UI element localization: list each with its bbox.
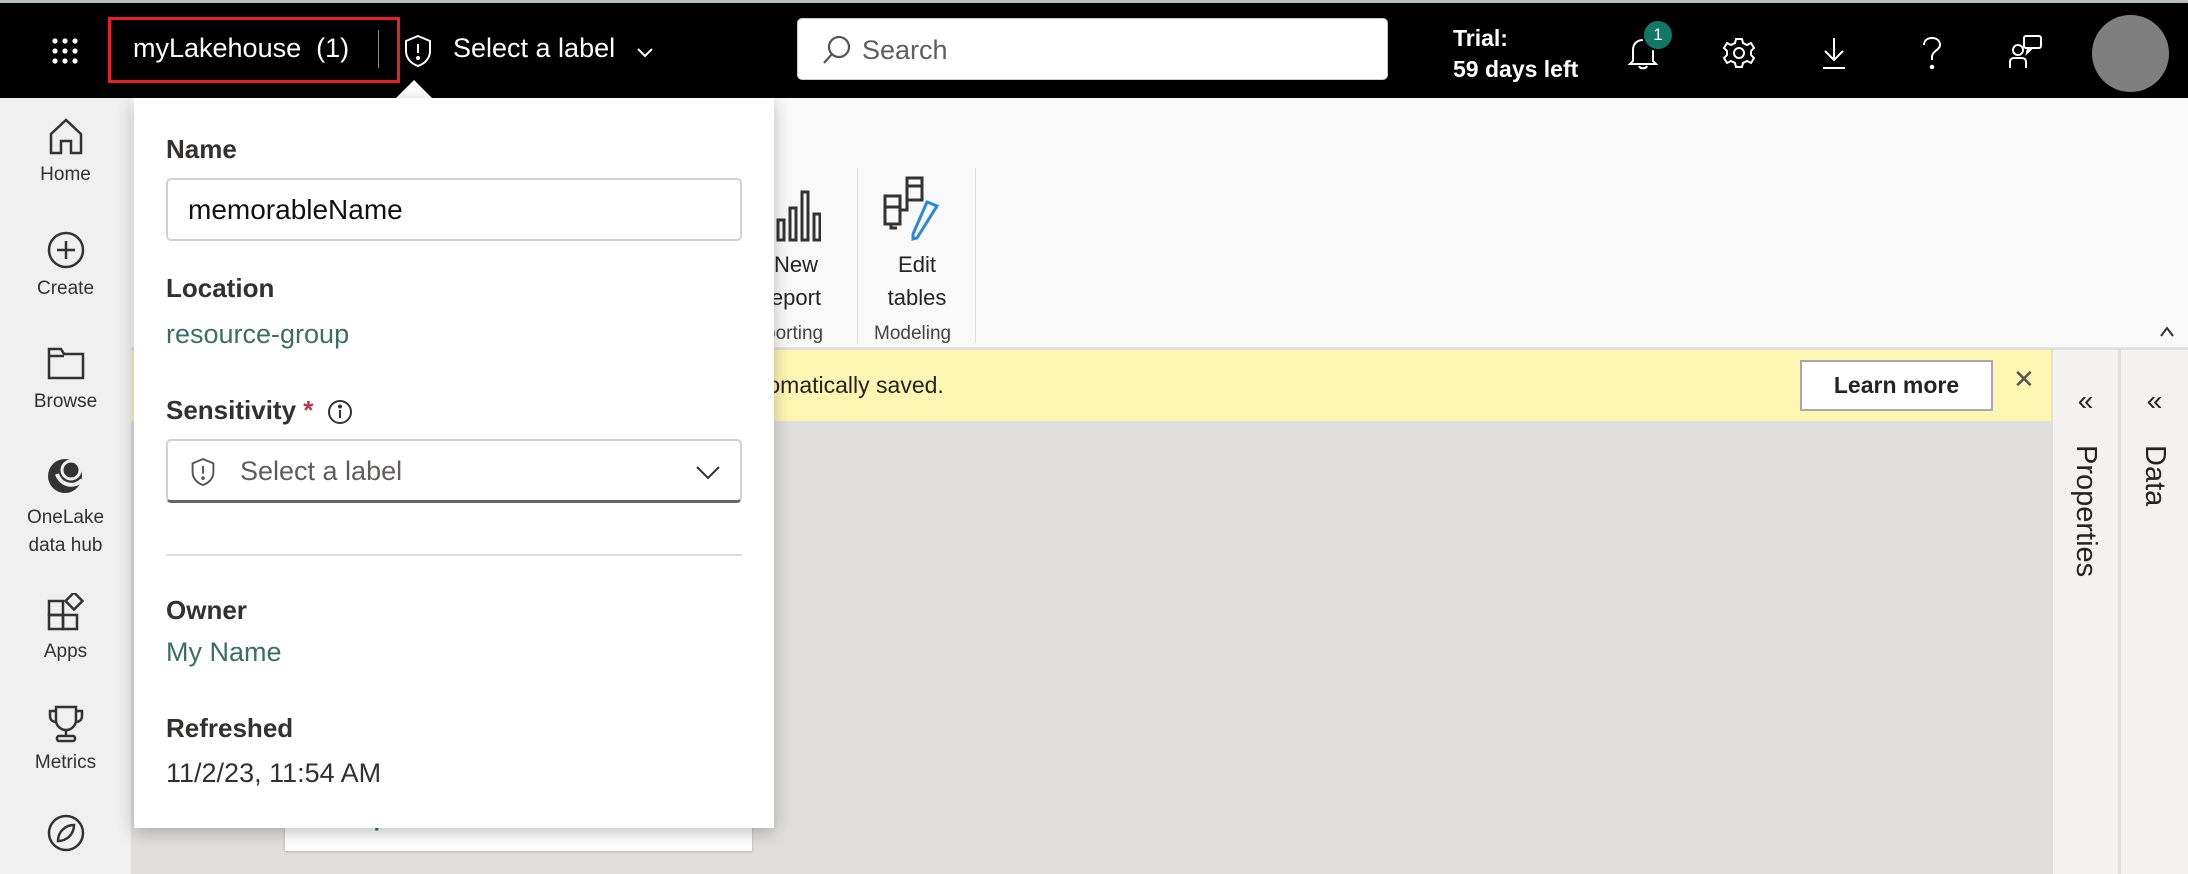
edit-tables-icon[interactable] [883,176,953,242]
owner-link[interactable]: My Name [166,637,282,668]
onelake-icon [47,459,84,493]
required-mark: * [303,395,314,425]
sensitivity-select[interactable]: Select a label [166,439,742,503]
sensitivity-label-text: Select a label [453,33,616,63]
nav-item-browse[interactable]: Browse [0,343,131,413]
data-pane[interactable]: « Data [2119,350,2188,874]
close-icon[interactable]: ✕ [2013,364,2035,395]
plus-circle-icon [47,231,84,269]
divider [166,554,742,556]
owner-label: Owner [166,595,247,625]
properties-pane[interactable]: « Properties [2051,350,2118,874]
help-icon[interactable] [1920,36,1944,70]
item-name-button[interactable]: myLakehouse (1) [133,33,349,64]
chevron-down-icon [696,466,720,480]
popup-caret [396,80,432,98]
expand-chevrons-icon[interactable]: « [2121,385,2188,417]
nav-label: Create [36,278,95,299]
app-launcher-icon[interactable] [52,38,78,64]
nav-label: Browse [33,391,98,412]
search-input[interactable]: Search [797,18,1388,80]
search-icon [823,35,851,64]
download-icon[interactable] [1820,36,1848,70]
item-details-popup: Name memorableName Location resource-gro… [134,98,774,828]
trial-label: Trial: [1453,25,1508,51]
location-link[interactable]: resource-group [166,319,349,350]
notification-badge: 1 [1642,19,1674,51]
item-name: myLakehouse [133,33,302,63]
folder-icon [47,347,84,380]
nav-item-create[interactable]: Create [0,230,131,300]
new-report-icon [776,190,821,242]
info-icon[interactable] [327,399,353,425]
feedback-icon[interactable] [2008,34,2044,70]
chevron-down-icon [637,48,653,58]
nav-label: data hub [28,535,103,556]
location-label: Location [166,273,275,303]
refreshed-value: 11/2/23, 11:54 AM [166,758,382,788]
shield-icon [191,457,215,487]
home-icon [49,118,82,155]
sensitivity-label: Sensitivity * [166,395,313,426]
nav-item-more[interactable] [0,813,131,861]
expand-chevrons-icon[interactable]: « [2053,385,2118,417]
learn-more-button[interactable]: Learn more [1800,360,1993,411]
divider [378,30,379,68]
nav-item-home[interactable]: Home [0,116,131,186]
trial-status[interactable]: Trial: 59 days left [1453,23,1578,85]
nav-label: Metrics [34,752,97,773]
item-count: (1) [316,33,350,63]
nav-item-apps[interactable]: Apps [0,593,131,663]
avatar[interactable] [2092,15,2169,92]
refreshed-label: Refreshed [166,713,294,743]
collapse-ribbon-icon[interactable] [2159,326,2175,338]
nav-item-metrics[interactable]: Metrics [0,704,131,774]
gear-icon[interactable] [1722,36,1756,70]
nav-item-onelake-data-hub[interactable]: OneLake data hub [0,454,131,560]
ribbon-divider [857,168,858,343]
banner-message: tomatically saved. [761,372,944,398]
name-label: Name [166,134,237,164]
edit-tables-button[interactable]: Edit tables [881,248,953,314]
leaf-circle-icon [47,814,84,852]
nav-label: Home [40,164,91,185]
ribbon-label: Edit [898,252,936,277]
properties-pane-title: Properties [2070,445,2102,578]
nav-label: Apps [43,641,88,662]
top-bar: myLakehouse (1) Select a label Search Tr… [0,3,2188,98]
group-label-modeling: Modeling [874,323,952,344]
name-input[interactable]: memorableName [166,178,742,241]
sensitivity-placeholder: Select a label [240,456,403,486]
apps-icon [47,593,84,631]
search-placeholder: Search [862,35,948,65]
ribbon-divider [975,168,976,343]
ribbon-label: tables [887,285,947,310]
shield-icon [405,34,431,68]
sensitivity-label-dropdown[interactable]: Select a label [453,33,615,64]
left-nav: Home Create Browse OneLake data hub Apps… [0,98,131,874]
data-pane-title: Data [2139,445,2171,507]
trial-days-left: 59 days left [1453,56,1579,82]
nav-label: OneLake [26,507,105,528]
sensitivity-label-text: Sensitivity [166,395,297,425]
trophy-icon [48,705,83,743]
